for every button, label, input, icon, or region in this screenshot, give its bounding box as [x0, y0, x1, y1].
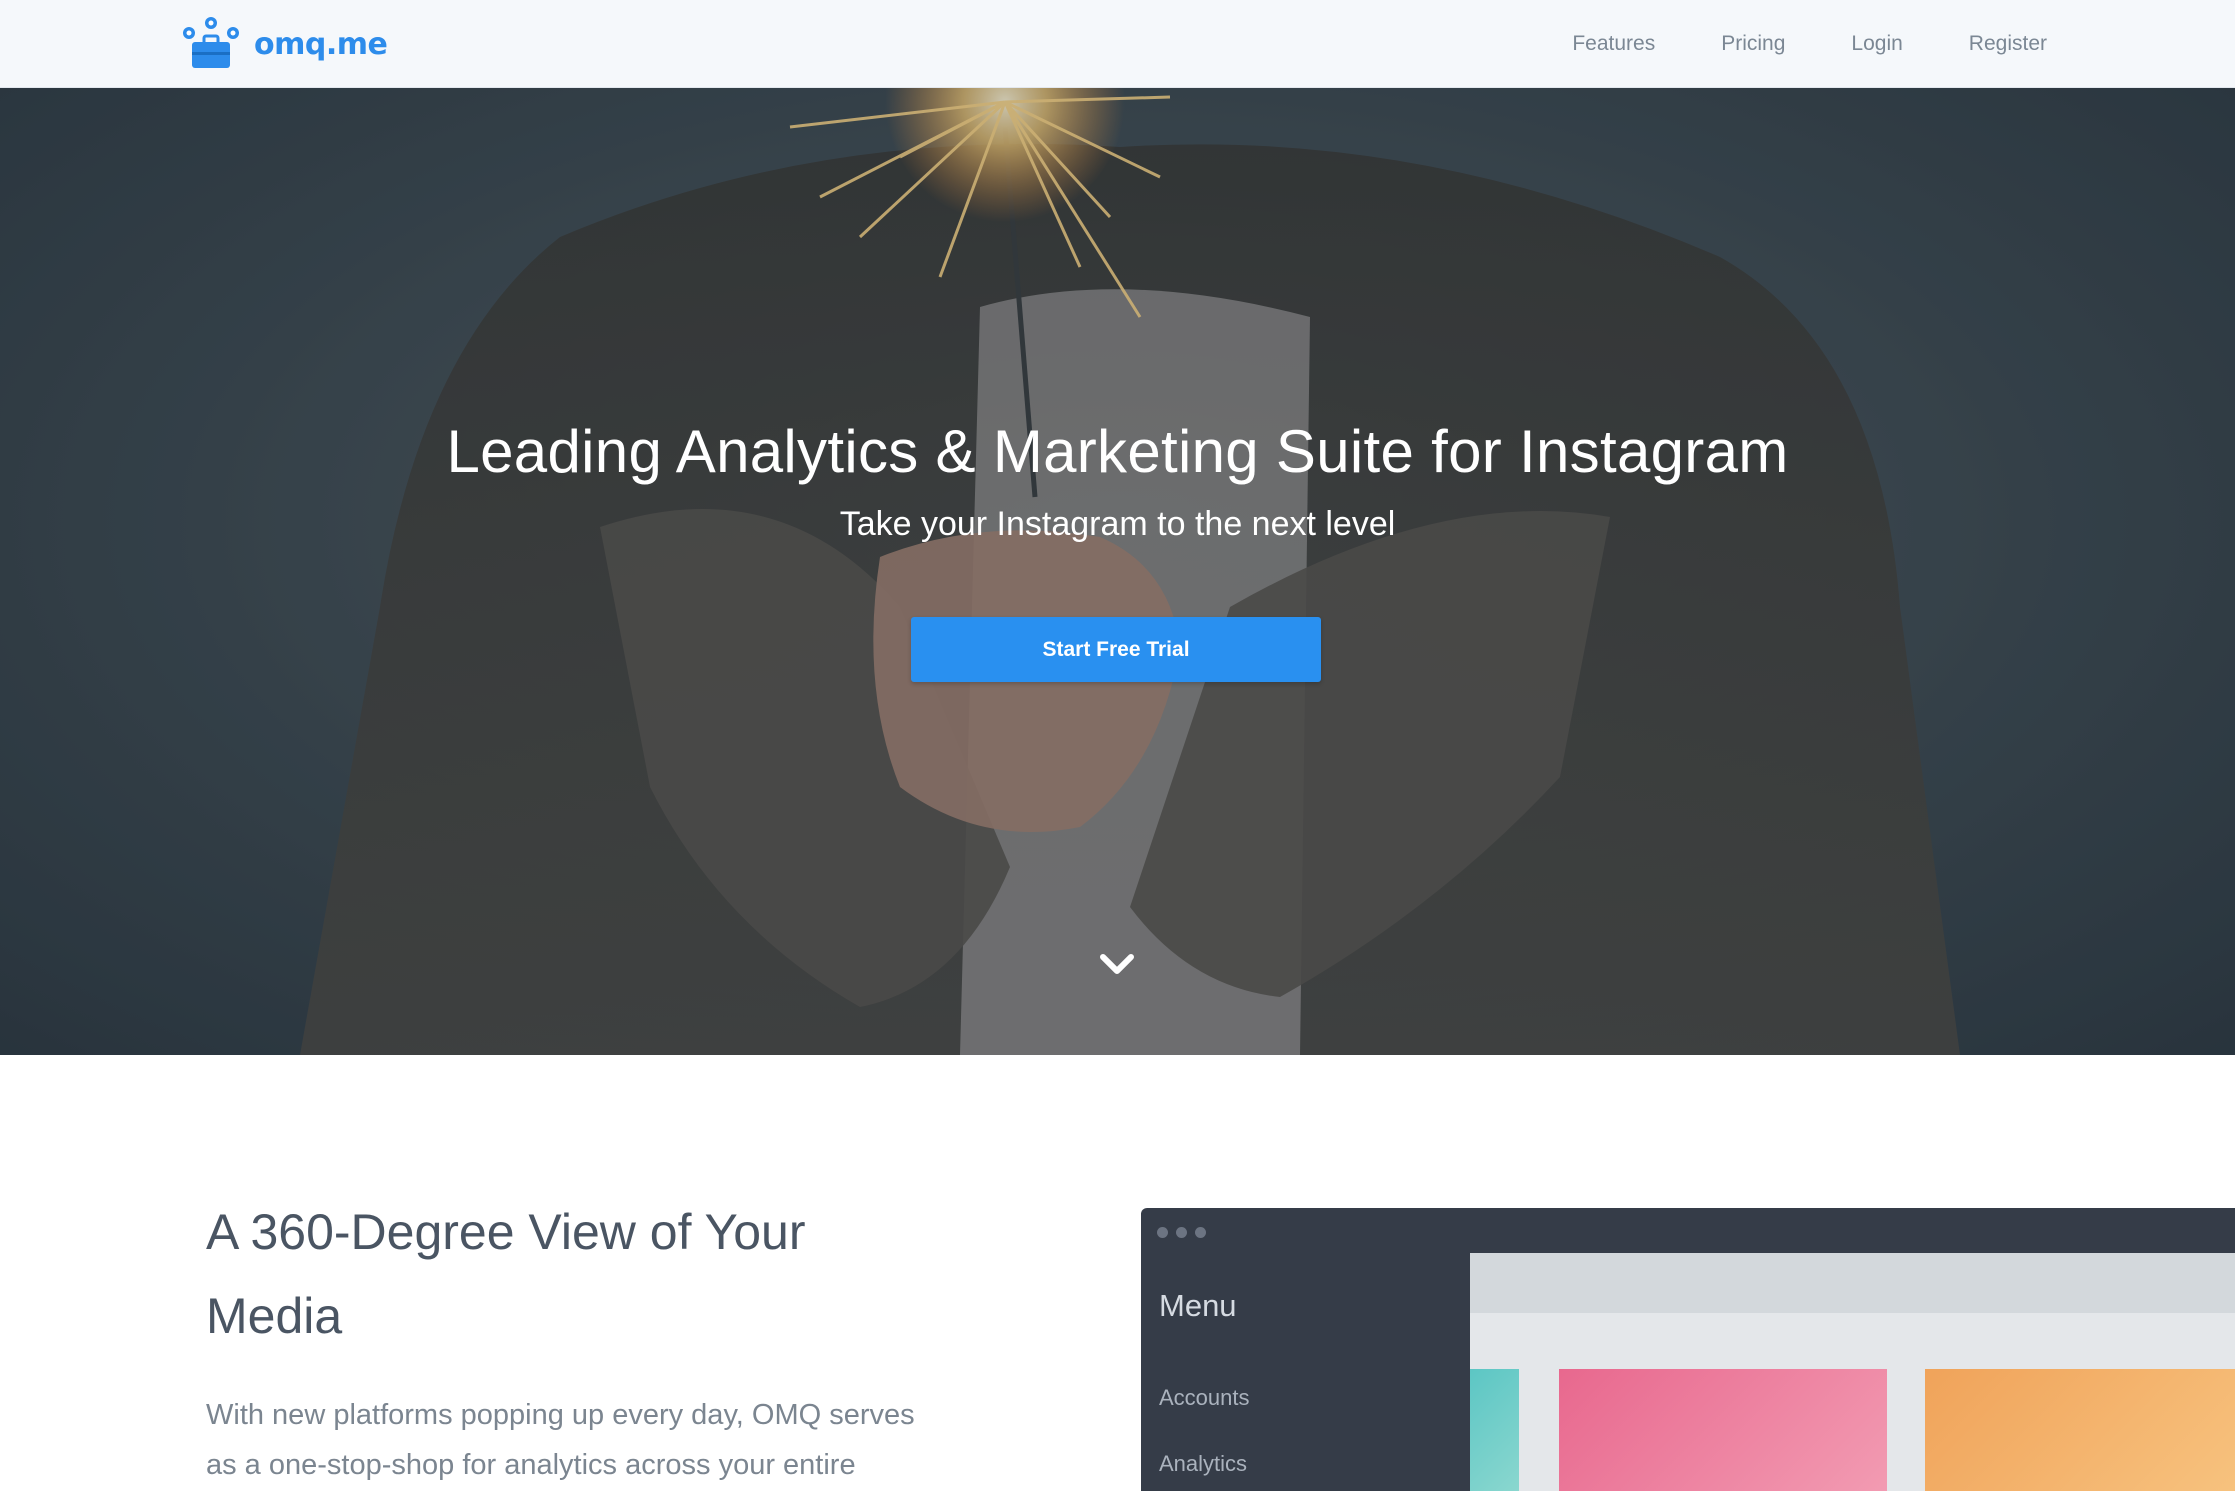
mockup-image-tile	[1925, 1369, 2235, 1491]
feature-description: With new platforms popping up every day,…	[206, 1390, 946, 1490]
mockup-content-area	[1470, 1253, 2235, 1491]
top-navbar: omq.me Features Pricing Login Register	[0, 0, 2235, 88]
feature-title-line: Media	[206, 1288, 343, 1344]
chevron-down-icon[interactable]	[1097, 949, 1137, 979]
briefcase-bubbles-icon	[183, 17, 239, 68]
mockup-menu-item-analytics: Analytics	[1159, 1451, 1248, 1476]
nav-link-pricing[interactable]: Pricing	[1721, 32, 1785, 56]
window-dot	[1157, 1227, 1168, 1238]
hero-overlay	[0, 87, 2235, 1055]
window-dot	[1195, 1227, 1206, 1238]
nav-link-login[interactable]: Login	[1851, 32, 1902, 56]
window-dot	[1176, 1227, 1187, 1238]
hero-title: Leading Analytics & Marketing Suite for …	[446, 418, 1789, 485]
nav-link-register[interactable]: Register	[1969, 32, 2047, 56]
mockup-image-tile	[1470, 1369, 1519, 1491]
nav-link-features[interactable]: Features	[1572, 32, 1655, 56]
hero-section: Leading Analytics & Marketing Suite for …	[0, 87, 2235, 1055]
feature-title: A 360-Degree View of Your Media	[206, 1190, 906, 1358]
feature-title-line: A 360-Degree View of Your	[206, 1204, 806, 1260]
brand-logo[interactable]: omq.me	[180, 16, 388, 72]
feature-text-line: as a one-stop-shop for analytics across …	[206, 1449, 856, 1481]
mockup-menu-title: Menu	[1159, 1288, 1237, 1323]
mockup-image-tile	[1559, 1369, 1887, 1491]
feature-text-line: With new platforms popping up every day,…	[206, 1399, 915, 1431]
brand-name: omq.me	[254, 26, 388, 62]
mockup-topbar	[1470, 1253, 2235, 1313]
hero-subtitle: Take your Instagram to the next level	[839, 505, 1396, 543]
start-free-trial-button[interactable]: Start Free Trial	[911, 617, 1321, 682]
window-dots	[1157, 1227, 1214, 1238]
nav-links: Features Pricing Login Register	[1506, 0, 2047, 87]
app-mockup: Menu Accounts Analytics	[1141, 1208, 2235, 1491]
mockup-menu-item-accounts: Accounts	[1159, 1385, 1250, 1410]
